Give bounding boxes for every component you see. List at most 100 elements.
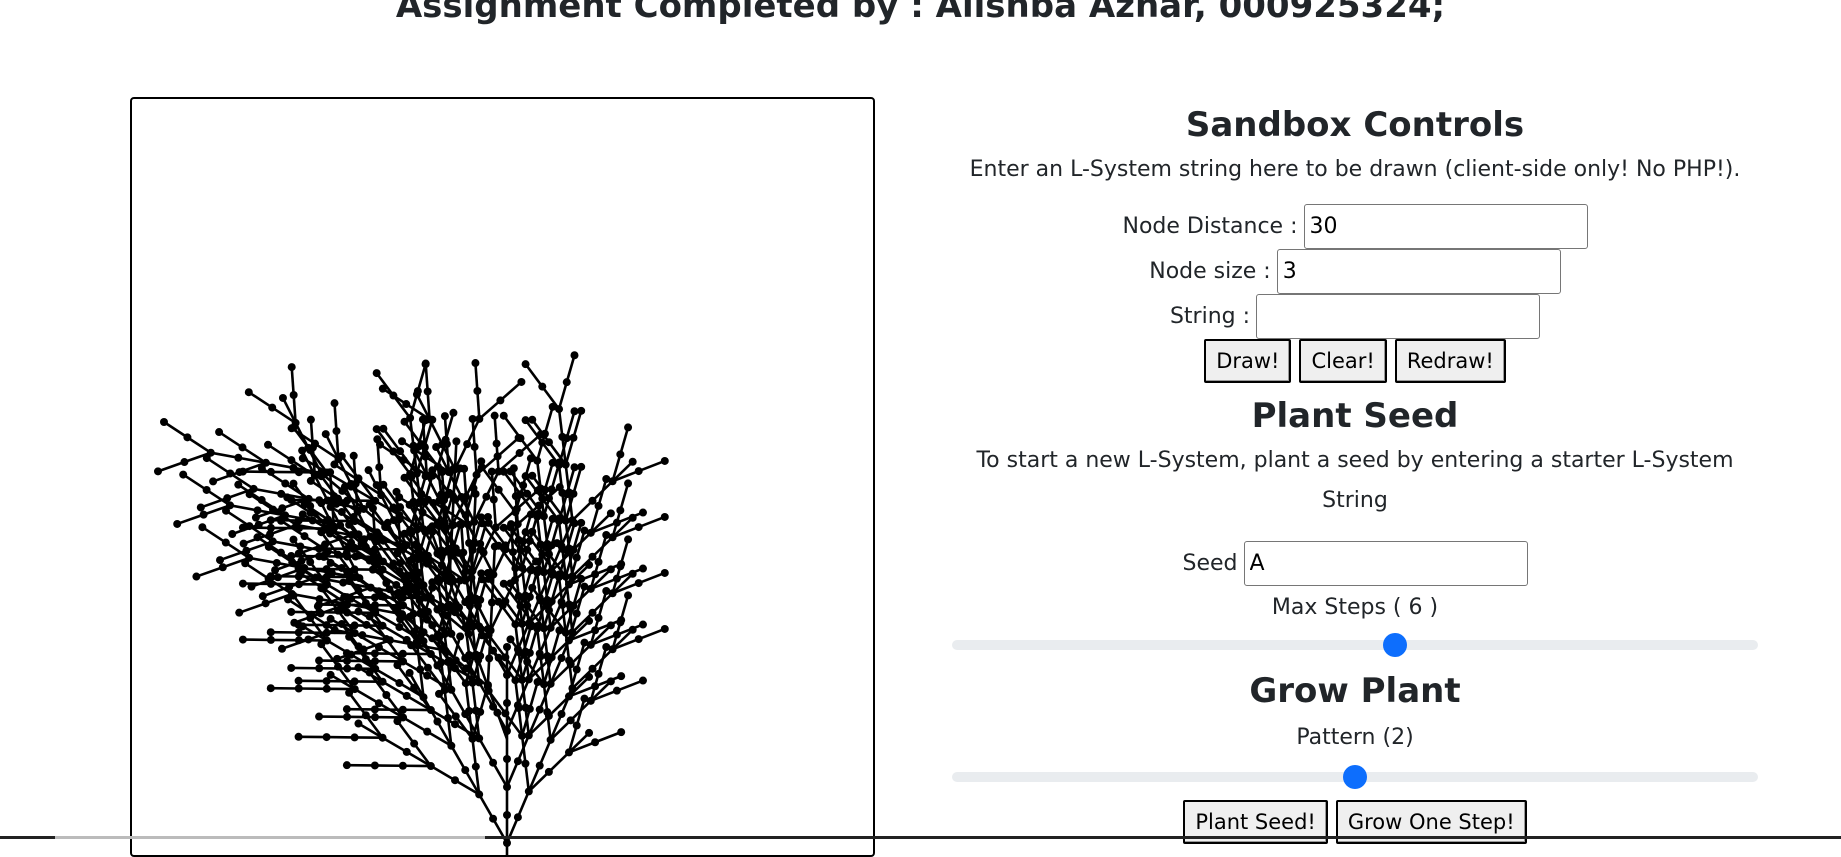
tree-node	[624, 479, 632, 487]
redraw-button[interactable]: Redraw!	[1395, 339, 1506, 383]
max-steps-slider[interactable]	[952, 640, 1758, 650]
tree-node	[295, 677, 303, 685]
branch-segment	[335, 403, 337, 431]
tree-node	[585, 673, 593, 681]
tree-node	[197, 503, 205, 511]
branch-segment	[183, 475, 206, 490]
tree-node	[639, 509, 647, 517]
branch-segment	[507, 761, 518, 787]
pattern-slider[interactable]	[952, 772, 1758, 782]
branch-segment	[593, 593, 613, 613]
tree-node	[617, 728, 625, 736]
branch-segment	[491, 603, 492, 631]
tree-node	[528, 416, 536, 424]
branch-segment	[254, 489, 282, 494]
branch-segment	[473, 522, 474, 550]
branch-segment	[545, 407, 553, 434]
tree-node	[639, 677, 647, 685]
tree-node	[585, 561, 593, 569]
tree-node	[506, 635, 514, 643]
tree-node	[607, 509, 615, 517]
tree-node	[639, 621, 647, 629]
branch-segment	[202, 527, 225, 542]
tree-node	[173, 520, 181, 528]
tree-node	[577, 463, 585, 471]
branch-segment	[263, 587, 289, 596]
branch-segment	[445, 690, 448, 718]
branch-segment	[349, 693, 366, 715]
seed-row: Seed	[950, 541, 1760, 586]
controls-panel: Sandbox Controls Enter an L-System strin…	[950, 100, 1760, 844]
tree-node	[441, 412, 449, 420]
branch-segment	[477, 391, 479, 419]
tree-node	[354, 720, 362, 728]
tree-node	[661, 457, 669, 465]
branch-segment	[498, 438, 519, 456]
tree-node	[209, 477, 217, 485]
seed-input[interactable]	[1244, 541, 1528, 586]
tree-node	[624, 423, 632, 431]
branch-segment	[544, 516, 547, 544]
tree-node	[315, 657, 323, 665]
branch-segment	[196, 567, 222, 576]
tree-node	[239, 580, 247, 588]
tree-node	[295, 733, 303, 741]
node-distance-input[interactable]	[1304, 204, 1588, 249]
branch-segment	[377, 373, 394, 395]
branch-segment	[620, 427, 628, 454]
branch-segment	[493, 819, 507, 843]
clear-button[interactable]: Clear!	[1299, 339, 1386, 383]
tree-node	[515, 434, 523, 442]
tree-node	[216, 556, 224, 564]
tree-node	[307, 416, 315, 424]
branch-segment	[593, 537, 613, 557]
tree-node	[617, 616, 625, 624]
branch-segment	[593, 649, 613, 669]
tree-node	[577, 407, 585, 415]
branch-segment	[355, 689, 379, 703]
tree-node	[570, 351, 578, 359]
branch-segment	[571, 589, 591, 609]
string-input[interactable]	[1256, 294, 1540, 339]
node-distance-row: Node Distance :	[950, 204, 1760, 249]
branch-segment	[431, 766, 455, 780]
branch-segment	[559, 382, 567, 409]
tree-node	[460, 465, 468, 473]
branch-segment	[201, 498, 227, 507]
tree-node	[267, 684, 275, 692]
tree-node	[247, 583, 255, 591]
branch-segment	[471, 550, 472, 578]
tree-node	[215, 428, 223, 436]
tree-node	[198, 523, 206, 531]
tree-node	[290, 619, 298, 627]
tree-node	[295, 550, 303, 558]
max-steps-label: Max Steps ( 6 )	[950, 590, 1760, 626]
tree-node	[354, 664, 362, 672]
tree-node	[485, 519, 493, 527]
tree-node	[398, 437, 406, 445]
pattern-slider-thumb[interactable]	[1343, 765, 1367, 789]
node-size-input[interactable]	[1277, 249, 1561, 294]
branch-segment	[383, 389, 406, 404]
branch-segment	[494, 500, 496, 528]
drawing-canvas[interactable]	[130, 97, 875, 857]
branch-segment	[187, 437, 210, 452]
branch-segment	[474, 494, 475, 522]
tree-node	[500, 412, 508, 420]
tree-node	[491, 412, 499, 420]
tree-node	[456, 632, 464, 640]
branch-segment	[526, 364, 543, 386]
tree-node	[471, 359, 479, 367]
tree-node	[517, 378, 525, 386]
tree-node	[639, 565, 647, 573]
branch-segment	[540, 740, 551, 766]
tree-node	[624, 591, 632, 599]
branch-segment	[249, 558, 277, 563]
branch-segment	[500, 382, 521, 400]
tree-node	[192, 573, 200, 581]
tree-node	[228, 530, 236, 538]
draw-button[interactable]: Draw!	[1204, 339, 1291, 383]
tree-node	[376, 441, 384, 449]
branch-segment	[617, 681, 643, 691]
max-steps-slider-thumb[interactable]	[1383, 633, 1407, 657]
